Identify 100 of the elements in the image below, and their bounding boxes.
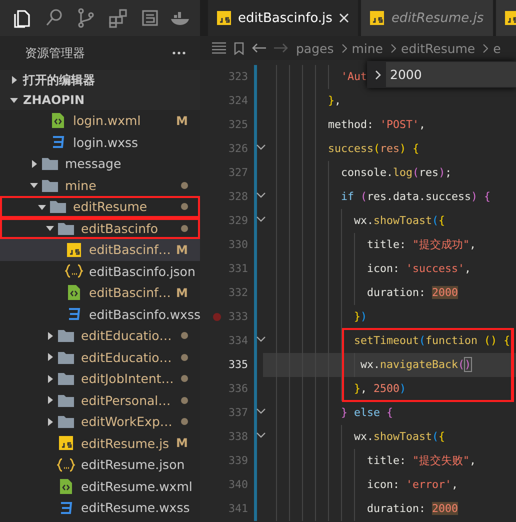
- line-number: 340: [227, 477, 248, 493]
- file-name: editResume.js: [81, 436, 170, 451]
- collapsed-caret-icon[interactable]: [46, 418, 54, 426]
- file-name: editResume.wxss: [81, 500, 190, 516]
- tree-item[interactable]: editJobIntent…: [0, 368, 200, 390]
- tree-item[interactable]: editResume.json: [0, 454, 200, 476]
- line-number: 323: [227, 69, 248, 85]
- breakpoint-dot[interactable]: [213, 313, 221, 321]
- caret-icon: [10, 76, 18, 84]
- input-field[interactable]: 2000: [386, 62, 516, 87]
- tree-item[interactable]: editBascinf… M: [0, 282, 200, 304]
- line-number: 341: [227, 501, 248, 517]
- line-number: 329: [227, 213, 248, 229]
- tree-item[interactable]: editResume.wxml: [0, 476, 200, 497]
- line-number: 337: [227, 405, 248, 421]
- section-header[interactable]: 打开的编辑器: [0, 70, 200, 90]
- back-arrow-icon[interactable]: [252, 43, 266, 53]
- breadcrumb[interactable]: mine: [352, 40, 383, 56]
- code-line: duration: 2000: [263, 281, 516, 305]
- js-file-icon: [217, 11, 231, 25]
- line-number: 326: [227, 141, 248, 157]
- tree-item[interactable]: login.wxml M: [0, 110, 200, 132]
- tree-item[interactable]: message: [0, 153, 200, 174]
- chevron-icon: [483, 44, 488, 52]
- expanded-caret-icon[interactable]: [46, 224, 54, 232]
- line-number: 335: [227, 357, 248, 373]
- editor-tab[interactable]: editResume.js: [361, 0, 493, 36]
- file-name: editWorkExp…: [81, 414, 174, 430]
- css-file-icon: [51, 135, 65, 150]
- modified-dot: [181, 418, 188, 426]
- code-file-icon: [68, 285, 80, 300]
- fold-chevron-icon[interactable]: [256, 336, 266, 343]
- braces-icon: [65, 264, 83, 278]
- folder-icon: [58, 329, 74, 342]
- tree-item[interactable]: login.wxss: [0, 132, 200, 153]
- bookmark-icon[interactable]: [234, 42, 244, 54]
- file-name: editBascinfo: [81, 220, 160, 236]
- line-number: 331: [227, 261, 248, 277]
- tree-item[interactable]: editResume: [0, 196, 200, 218]
- fold-chevron-icon[interactable]: [256, 408, 266, 415]
- collapsed-caret-icon[interactable]: [46, 332, 54, 340]
- css-file-icon: [67, 307, 81, 322]
- collapsed-caret-icon[interactable]: [46, 353, 54, 362]
- tree-item[interactable]: mine: [0, 174, 200, 196]
- tree-item[interactable]: editBascinfo.wxss: [0, 304, 200, 325]
- line-number: 328: [227, 189, 248, 205]
- collapsed-caret-icon[interactable]: [30, 160, 38, 168]
- panel-title: 资源管理器: [25, 44, 85, 62]
- tree-item[interactable]: editWorkExp…: [0, 411, 200, 432]
- file-name: editEducatio…: [81, 350, 173, 365]
- tree-item[interactable]: editEducatio…: [0, 346, 200, 368]
- extensions-icon[interactable]: [107, 7, 129, 29]
- code-file-icon: [60, 478, 72, 494]
- code-line: icon: 'error',: [263, 473, 516, 497]
- breadcrumb[interactable]: editResume: [401, 40, 476, 56]
- file-name: editPersonal…: [81, 392, 172, 408]
- file-name: editEducatio…: [81, 328, 173, 344]
- code-line: }, 2500): [263, 377, 516, 401]
- file-name: editJobIntent…: [81, 371, 175, 386]
- list-icon[interactable]: [212, 42, 226, 54]
- tree-item[interactable]: editBascinf… M: [0, 239, 200, 260]
- folder-icon: [50, 200, 66, 214]
- tree-item[interactable]: editBascinfo.json: [0, 260, 200, 282]
- line-number: 325: [227, 117, 248, 133]
- tree-item[interactable]: editEducatio…: [0, 325, 200, 346]
- editor-tab[interactable]: editBascinfo.js: [208, 0, 358, 36]
- code-line: wx.showToast({: [263, 209, 516, 233]
- panel-icon[interactable]: [139, 7, 161, 29]
- code-line: icon: 'success',: [263, 257, 516, 281]
- file-name: login.wxml: [73, 113, 142, 128]
- js-file-icon: [67, 242, 81, 257]
- breadcrumb[interactable]: pages: [296, 40, 334, 56]
- code-line: wx.showToast({: [263, 425, 516, 449]
- code-line: title: "提交成功",: [263, 233, 516, 257]
- tree-item[interactable]: editBascinfo: [0, 218, 200, 239]
- collapsed-caret-icon[interactable]: [46, 396, 54, 404]
- breadcrumb[interactable]: e: [493, 40, 501, 56]
- files-icon[interactable]: [11, 7, 33, 29]
- folder-icon: [58, 394, 74, 407]
- modified-dot: [181, 396, 188, 404]
- fold-chevron-icon[interactable]: [256, 144, 266, 151]
- fold-chevron-icon[interactable]: [256, 216, 266, 223]
- fold-chevron-icon[interactable]: [256, 192, 266, 199]
- fold-chevron-icon[interactable]: [256, 432, 266, 439]
- expanded-caret-icon[interactable]: [30, 181, 38, 190]
- code-line: duration: 2000: [263, 497, 516, 521]
- more-icon[interactable]: [172, 51, 186, 55]
- code-line: console.log(res);: [263, 161, 516, 185]
- file-name: mine: [65, 178, 98, 193]
- tree-item[interactable]: editPersonal…: [0, 390, 200, 411]
- file-name: login.wxss: [73, 134, 140, 150]
- expanded-caret-icon[interactable]: [38, 202, 46, 211]
- tree-item[interactable]: editResume.js M: [0, 432, 200, 454]
- section-header[interactable]: ZHAOPIN: [0, 90, 200, 110]
- tree-item[interactable]: editResume.wxss: [0, 497, 200, 518]
- code-line: title: "提交失败",: [263, 449, 516, 473]
- line-number: 334: [227, 333, 248, 349]
- line-number: 332: [227, 285, 248, 301]
- close-icon[interactable]: [339, 13, 350, 23]
- collapsed-caret-icon[interactable]: [46, 374, 54, 383]
